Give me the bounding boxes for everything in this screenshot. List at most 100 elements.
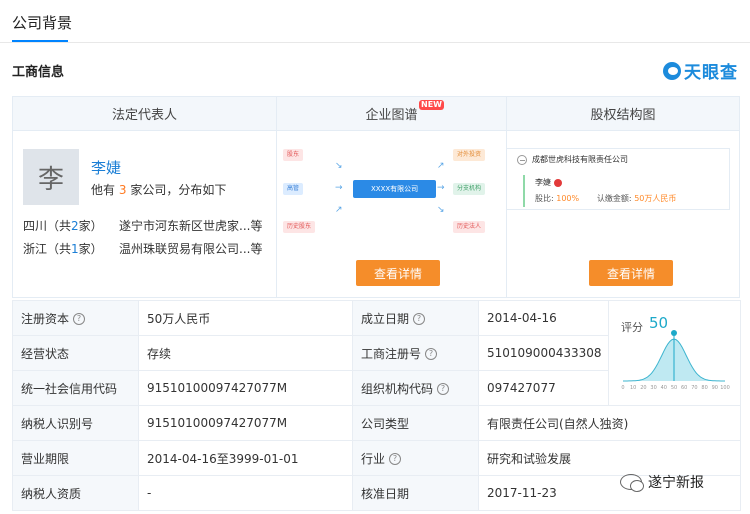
legal-rep-summary: 他有 3 家公司，分布如下 (91, 181, 226, 198)
graph-arrow-icon: ↗ (335, 205, 343, 215)
value-business-term: 2014-04-16至3999-01-01 (138, 440, 353, 476)
value-company-type: 有限责任公司(自然人独资) (478, 405, 741, 441)
ratio-value: 100% (556, 194, 580, 203)
avatar: 李 (23, 149, 79, 205)
graph-node-history-shareholder: 历史股东 (283, 221, 316, 233)
value-credit-code: 91510100097427077M (138, 370, 353, 406)
value-registered-capital: 50万人民币 (138, 300, 353, 336)
score-tick-label: 70 (691, 385, 697, 391)
equity-holder-row: 李婕 (535, 177, 562, 188)
help-icon[interactable]: ? (437, 383, 450, 395)
graph-view-details-button[interactable]: 查看详情 (356, 260, 440, 286)
graph-arrow-icon: → (437, 183, 445, 193)
label-text: 成立日期 (361, 311, 410, 326)
help-icon[interactable]: ? (73, 313, 86, 325)
value-taxpayer-id: 91510100097427077M (138, 405, 353, 441)
region-suffix: 家） (78, 219, 103, 233)
label-approval-date: 核准日期 (352, 475, 479, 511)
score-tick-label: 10 (630, 385, 636, 391)
label-text: 注册资本 (21, 311, 70, 326)
value-operating-status: 存续 (138, 335, 353, 371)
region-prefix: 浙江（共 (23, 242, 72, 256)
table-row: 营业期限 2014-04-16至3999-01-01 行业? 研究和试验发展 (12, 440, 741, 476)
company-count: 3 (118, 183, 127, 197)
help-icon[interactable]: ? (425, 348, 438, 360)
region-company-link[interactable]: 遂宁市河东新区世虎家...等 (119, 217, 262, 234)
equity-tree-card: 成都世虎科技有限责任公司 李婕 股比: 100% 认缴金额: 50万人民币 (506, 148, 730, 210)
label-founding-date: 成立日期? (352, 300, 479, 336)
label-org-code: 组织机构代码? (352, 370, 479, 406)
legal-person-seal-icon (554, 178, 562, 187)
graph-arrow-icon: ↘ (335, 161, 343, 171)
equity-view-details-button[interactable]: 查看详情 (589, 260, 673, 286)
graph-node-center-company: XXXX有限公司 (353, 180, 437, 198)
score-tick-label: 30 (650, 385, 656, 391)
summary-prefix: 他有 (91, 183, 116, 197)
score-tick-label: 40 (661, 385, 667, 391)
region-row-sichuan: 四川（共2家） 遂宁市河东新区世虎家...等 (23, 217, 262, 234)
graph-arrow-icon: ↗ (437, 161, 445, 171)
score-tick-label: 50 (671, 385, 677, 391)
equity-company-name[interactable]: 成都世虎科技有限责任公司 (532, 154, 628, 165)
brand-logo-icon (663, 61, 681, 80)
region-suffix: 家） (78, 242, 103, 256)
value-industry: 研究和试验发展 (478, 440, 741, 476)
amount-label: 认缴金额: (596, 194, 632, 203)
column-separator (276, 97, 277, 297)
watermark-text: 遂宁新报 (648, 475, 704, 491)
legal-rep-name-link[interactable]: 李婕 (91, 157, 121, 178)
brand-logo: 天眼查 (663, 58, 738, 83)
region-company-link[interactable]: 温州珠联贸易有限公司...等 (119, 240, 262, 257)
watermark: 遂宁新报 (620, 472, 704, 492)
equity-holder-detail: 股比: 100% 认缴金额: 50万人民币 (535, 193, 676, 204)
label-registered-capital: 注册资本? (12, 300, 139, 336)
label-text: 组织机构代码 (361, 381, 434, 396)
value-org-code: 097427077 (478, 370, 609, 406)
value-founding-date: 2014-04-16 (478, 300, 609, 336)
ratio-label: 股比: (535, 194, 554, 203)
label-text: 行业 (361, 451, 386, 466)
score-tick-label: 100 (720, 385, 730, 391)
label-company-type: 公司类型 (352, 405, 479, 441)
equity-company-row: 成都世虎科技有限责任公司 (517, 154, 628, 165)
equity-holder-name[interactable]: 李婕 (535, 177, 551, 188)
help-icon[interactable]: ? (389, 453, 402, 465)
help-icon[interactable]: ? (413, 313, 426, 325)
score-tick-label: 0 (621, 385, 624, 391)
score-cell: 评分 50 0 10 20 30 40 50 60 70 80 90 100 (608, 300, 741, 406)
equity-header: 股权结构图 (507, 97, 739, 131)
score-distribution-chart: 0 10 20 30 40 50 60 70 80 90 100 (621, 330, 730, 391)
graph-node-shareholder: 股东 (283, 149, 304, 161)
label-credit-code: 统一社会信用代码 (12, 370, 139, 406)
label-business-term: 营业期限 (12, 440, 139, 476)
legal-rep-header: 法定代表人 (13, 97, 276, 131)
graph-header-label: 企业图谱 (365, 108, 418, 123)
section-title: 工商信息 (12, 65, 65, 80)
summary-suffix: 家公司，分布如下 (130, 183, 227, 197)
table-row: 注册资本? 50万人民币 成立日期? 2014-04-16 评分 50 0 10 2… (12, 300, 741, 406)
graph-arrow-icon: ↘ (437, 205, 445, 215)
score-tick-label: 20 (640, 385, 646, 391)
collapse-icon[interactable] (517, 154, 527, 165)
page-tab-company-background[interactable]: 公司背景 (12, 12, 72, 33)
page-divider (0, 42, 750, 43)
region-count: 1 (71, 242, 79, 256)
wechat-icon (620, 474, 644, 492)
region-prefix: 四川（共 (23, 219, 72, 233)
graph-node-branch: 分支机构 (453, 183, 486, 195)
graph-node-history-legal: 历史法人 (453, 221, 486, 233)
value-taxpayer-qualification: - (138, 475, 353, 511)
label-operating-status: 经营状态 (12, 335, 139, 371)
value-registration-number: 510109000433308 (478, 335, 609, 371)
label-text: 工商注册号 (361, 346, 422, 361)
amount-value: 50万人民币 (634, 194, 677, 203)
table-row: 纳税人识别号 91510100097427077M 公司类型 有限责任公司(自然… (12, 405, 741, 441)
graph-node-investment: 对外投资 (453, 149, 486, 161)
graph-node-executive: 高管 (283, 183, 304, 195)
graph-arrow-icon: → (335, 183, 343, 193)
score-marker-pin (671, 330, 677, 336)
label-registration-number: 工商注册号? (352, 335, 479, 371)
equity-holder-card: 李婕 股比: 100% 认缴金额: 50万人民币 (523, 175, 723, 207)
label-taxpayer-id: 纳税人识别号 (12, 405, 139, 441)
score-tick-label: 90 (712, 385, 718, 391)
